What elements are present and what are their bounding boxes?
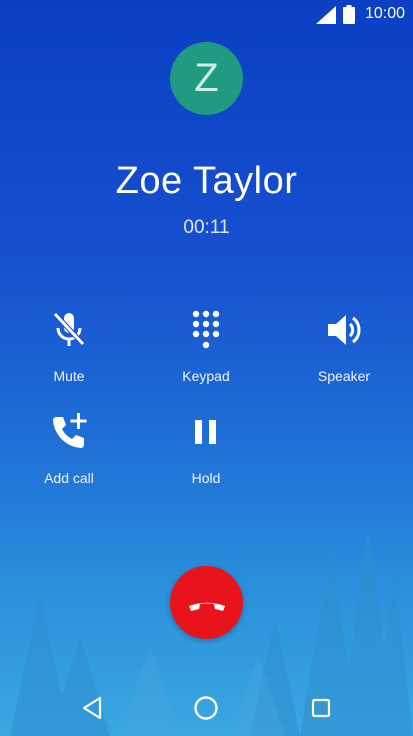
add-call-label: Add call bbox=[44, 470, 94, 486]
call-timer: 00:11 bbox=[183, 217, 230, 238]
keypad-label: Keypad bbox=[182, 368, 230, 384]
dialpad-icon bbox=[192, 310, 220, 349]
mute-label: Mute bbox=[53, 368, 85, 384]
add-call-icon bbox=[53, 413, 87, 448]
battery-icon bbox=[343, 5, 355, 24]
recents-icon bbox=[311, 698, 331, 718]
back-button[interactable] bbox=[76, 692, 108, 724]
mic-off-icon bbox=[53, 312, 85, 346]
end-call-button[interactable] bbox=[170, 566, 243, 639]
mute-button[interactable]: Mute bbox=[14, 308, 124, 398]
status-bar: 10:00 bbox=[0, 0, 413, 30]
home-button[interactable] bbox=[190, 692, 222, 724]
recents-button[interactable] bbox=[305, 692, 337, 724]
avatar: Z bbox=[170, 42, 243, 115]
home-icon bbox=[194, 696, 218, 720]
add-call-button[interactable]: Add call bbox=[14, 410, 124, 500]
speaker-icon bbox=[328, 315, 361, 345]
speaker-label: Speaker bbox=[317, 368, 371, 384]
hold-button[interactable]: Hold bbox=[151, 410, 261, 500]
pause-icon bbox=[195, 420, 216, 444]
keypad-button[interactable]: Keypad bbox=[151, 308, 261, 398]
caller-name: Zoe Taylor bbox=[115, 160, 298, 202]
back-icon bbox=[82, 696, 102, 720]
end-call-icon bbox=[188, 602, 225, 611]
signal-icon bbox=[316, 6, 336, 24]
navigation-bar bbox=[0, 680, 413, 736]
hold-label: Hold bbox=[191, 470, 221, 486]
status-time: 10:00 bbox=[364, 5, 405, 22]
avatar-initial: Z bbox=[194, 56, 219, 100]
speaker-button[interactable]: Speaker bbox=[289, 308, 399, 398]
